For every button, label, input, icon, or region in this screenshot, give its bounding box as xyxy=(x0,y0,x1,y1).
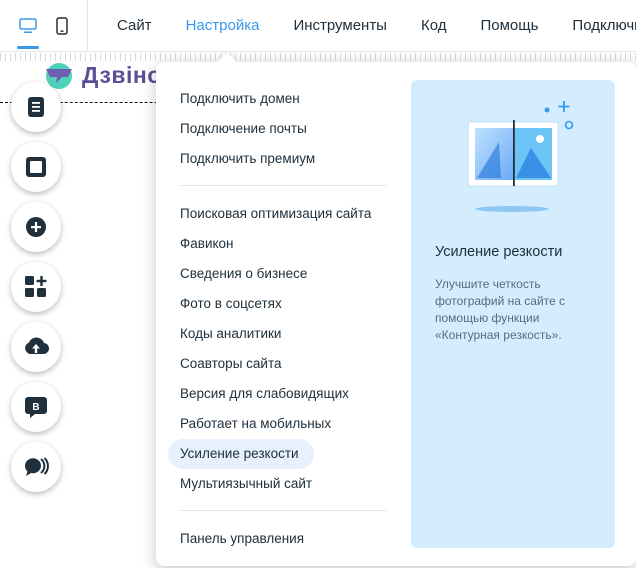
menu-divider xyxy=(180,185,387,186)
chat-button[interactable] xyxy=(11,442,61,492)
upload-icon xyxy=(25,337,49,355)
menu-item-accessibility[interactable]: Версия для слабовидящих xyxy=(168,379,398,409)
mobile-view-button[interactable] xyxy=(40,0,84,52)
preview-title: Усиление резкости xyxy=(435,244,563,260)
device-switcher xyxy=(0,0,88,52)
menu-item-seo[interactable]: Поисковая оптимизация сайта xyxy=(168,199,398,229)
background-button[interactable] xyxy=(11,142,61,192)
menu-item-connect-mail[interactable]: Подключение почты xyxy=(168,114,398,144)
menu-settings[interactable]: Настройка xyxy=(169,0,277,52)
menu-divider xyxy=(180,510,387,511)
menu-item-dashboard[interactable]: Панель управления xyxy=(168,524,398,554)
main-menu: Сайт Настройка Инструменты Код Помощь По… xyxy=(100,0,636,52)
desktop-icon xyxy=(19,18,37,33)
blog-button[interactable]: B xyxy=(11,382,61,432)
menu-connect[interactable]: Подключит xyxy=(555,0,636,52)
site-logo[interactable]: Дзвіно xyxy=(42,60,162,90)
menu-item-multilingual[interactable]: Мультиязычный сайт xyxy=(168,469,398,499)
menu-code[interactable]: Код xyxy=(404,0,464,52)
menu-item-sharpening[interactable]: Усиление резкости xyxy=(168,439,314,469)
menu-item-social-photos[interactable]: Фото в соцсетях xyxy=(168,289,398,319)
menu-item-analytics[interactable]: Коды аналитики xyxy=(168,319,398,349)
menu-tools[interactable]: Инструменты xyxy=(276,0,404,52)
upload-button[interactable] xyxy=(11,322,61,372)
chat-icon xyxy=(24,457,49,476)
settings-dropdown: Подключить домен Подключение почты Подкл… xyxy=(156,62,636,566)
blog-letter: B xyxy=(32,402,39,413)
menu-item-connect-domain[interactable]: Подключить домен xyxy=(168,84,398,114)
sharpen-image-icon xyxy=(467,101,574,212)
add-elements-button[interactable] xyxy=(11,202,61,252)
menu-item-connect-premium[interactable]: Подключить премиум xyxy=(168,144,398,174)
menu-item-mobile-friendly[interactable]: Работает на мобильных xyxy=(168,409,398,439)
add-icon xyxy=(26,217,46,237)
preview-description: Улучшите четкость фотографий на сайте с … xyxy=(435,277,566,342)
pages-button[interactable] xyxy=(11,82,61,132)
menu-item-business-info[interactable]: Сведения о бизнесе xyxy=(168,259,398,289)
top-bar: Сайт Настройка Инструменты Код Помощь По… xyxy=(0,0,636,52)
blog-icon: B xyxy=(25,397,47,418)
mobile-icon xyxy=(56,17,68,35)
logo-text: Дзвіно xyxy=(82,61,162,88)
menu-item-collaborators[interactable]: Соавторы сайта xyxy=(168,349,398,379)
pages-icon xyxy=(28,97,44,117)
background-icon xyxy=(26,157,46,177)
apps-icon xyxy=(25,276,47,297)
menu-site[interactable]: Сайт xyxy=(100,0,169,52)
settings-menu-list: Подключить домен Подключение почты Подкл… xyxy=(168,84,398,554)
apps-button[interactable] xyxy=(11,262,61,312)
feature-preview-panel: Усиление резкости Улучшите четкость фото… xyxy=(411,80,615,548)
menu-help[interactable]: Помощь xyxy=(463,0,555,52)
menu-item-favicon[interactable]: Фавикон xyxy=(168,229,398,259)
